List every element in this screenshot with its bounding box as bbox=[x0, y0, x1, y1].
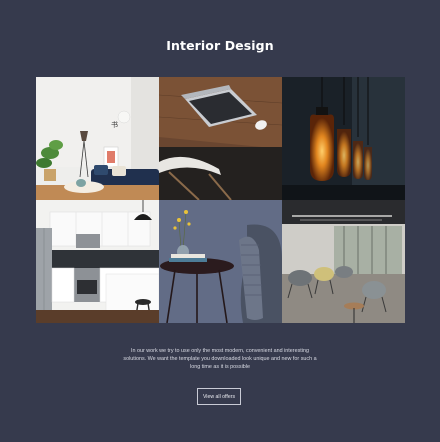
side-table-photo bbox=[159, 200, 282, 323]
view-all-offers-button[interactable]: View all offers bbox=[197, 388, 241, 405]
laptop-desk-photo bbox=[159, 77, 282, 200]
section-title: Interior Design bbox=[166, 38, 274, 53]
kitchen-photo bbox=[36, 200, 159, 323]
svg-text:书: 书 bbox=[111, 120, 118, 129]
gallery-item-laptop-desk[interactable] bbox=[159, 77, 282, 200]
gallery-item-office-lounge[interactable] bbox=[282, 200, 405, 323]
gallery-item-side-table[interactable] bbox=[159, 200, 282, 323]
interior-design-section: Interior Design 书 In our work we try to … bbox=[0, 0, 440, 442]
living-room-photo: 书 bbox=[36, 77, 159, 200]
gallery-item-pendant-lamps[interactable] bbox=[282, 77, 405, 200]
gallery-item-living-room[interactable]: 书 bbox=[36, 77, 159, 200]
gallery-item-kitchen[interactable] bbox=[36, 200, 159, 323]
pendant-lamps-photo bbox=[282, 77, 405, 200]
photo-gallery: 书 bbox=[36, 77, 405, 323]
office-lounge-photo bbox=[282, 200, 405, 323]
section-description: In our work we try to use only the most … bbox=[123, 348, 317, 371]
